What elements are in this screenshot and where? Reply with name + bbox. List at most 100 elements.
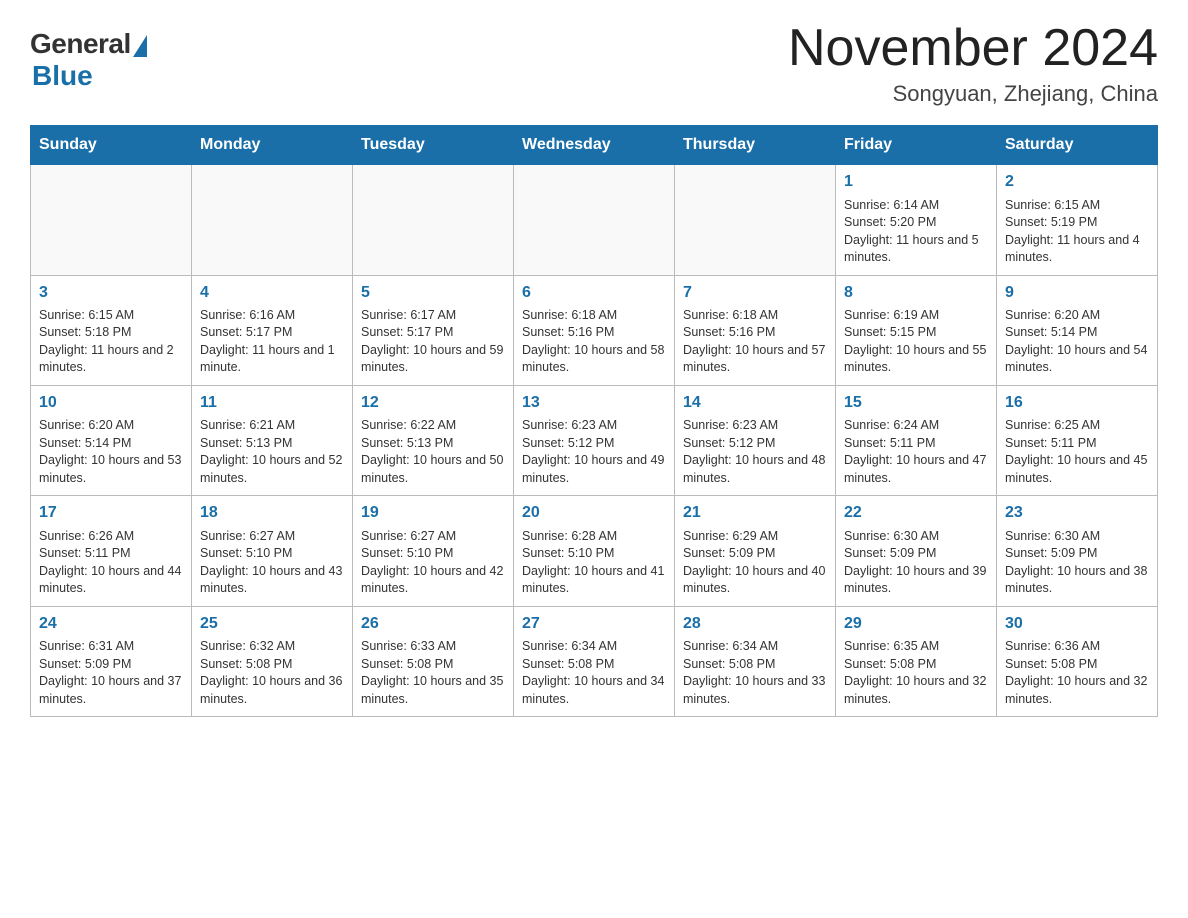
day-info: Sunrise: 6:34 AMSunset: 5:08 PMDaylight:… [522, 638, 666, 708]
day-info: Sunrise: 6:32 AMSunset: 5:08 PMDaylight:… [200, 638, 344, 708]
table-row [31, 165, 192, 275]
table-row: 22 Sunrise: 6:30 AMSunset: 5:09 PMDayligh… [836, 496, 997, 606]
table-row: 23 Sunrise: 6:30 AMSunset: 5:09 PMDayligh… [997, 496, 1158, 606]
table-row: 17 Sunrise: 6:26 AMSunset: 5:11 PMDayligh… [31, 496, 192, 606]
day-info: Sunrise: 6:20 AMSunset: 5:14 PMDaylight:… [39, 417, 183, 487]
table-row: 25 Sunrise: 6:32 AMSunset: 5:08 PMDayligh… [192, 606, 353, 716]
table-row [353, 165, 514, 275]
table-row: 7 Sunrise: 6:18 AMSunset: 5:16 PMDaylight… [675, 275, 836, 385]
day-number: 23 [1005, 502, 1149, 524]
weekday-header-row: SundayMondayTuesdayWednesdayThursdayFrid… [31, 126, 1158, 165]
day-number: 5 [361, 282, 505, 304]
table-row: 1 Sunrise: 6:14 AMSunset: 5:20 PMDaylight… [836, 165, 997, 275]
calendar-week-5: 24 Sunrise: 6:31 AMSunset: 5:09 PMDayligh… [31, 606, 1158, 716]
table-row: 10 Sunrise: 6:20 AMSunset: 5:14 PMDayligh… [31, 385, 192, 495]
table-row: 12 Sunrise: 6:22 AMSunset: 5:13 PMDayligh… [353, 385, 514, 495]
table-row: 30 Sunrise: 6:36 AMSunset: 5:08 PMDayligh… [997, 606, 1158, 716]
day-number: 18 [200, 502, 344, 524]
table-row: 29 Sunrise: 6:35 AMSunset: 5:08 PMDayligh… [836, 606, 997, 716]
table-row: 4Sunrise: 6:16 AMSunset: 5:17 PMDaylight… [192, 275, 353, 385]
day-info: Sunrise: 6:25 AMSunset: 5:11 PMDaylight:… [1005, 417, 1149, 487]
logo-blue-text: Blue [32, 60, 93, 92]
calendar-body: 1 Sunrise: 6:14 AMSunset: 5:20 PMDaylight… [31, 165, 1158, 717]
weekday-header-tuesday: Tuesday [353, 126, 514, 165]
day-info: Sunrise: 6:30 AMSunset: 5:09 PMDaylight:… [1005, 528, 1149, 598]
day-number: 19 [361, 502, 505, 524]
location-subtitle: Songyuan, Zhejiang, China [788, 81, 1158, 107]
table-row: 21 Sunrise: 6:29 AMSunset: 5:09 PMDayligh… [675, 496, 836, 606]
table-row: 24 Sunrise: 6:31 AMSunset: 5:09 PMDayligh… [31, 606, 192, 716]
day-number: 28 [683, 613, 827, 635]
day-number: 30 [1005, 613, 1149, 635]
day-number: 15 [844, 392, 988, 414]
day-number: 25 [200, 613, 344, 635]
day-info: Sunrise: 6:27 AMSunset: 5:10 PMDaylight:… [200, 528, 344, 598]
table-row [675, 165, 836, 275]
day-number: 2 [1005, 171, 1149, 193]
table-row: 8 Sunrise: 6:19 AMSunset: 5:15 PMDaylight… [836, 275, 997, 385]
day-info: Sunrise: 6:35 AMSunset: 5:08 PMDaylight:… [844, 638, 988, 708]
day-number: 10 [39, 392, 183, 414]
month-title: November 2024 [788, 20, 1158, 77]
day-number: 6 [522, 282, 666, 304]
day-info: Sunrise: 6:21 AMSunset: 5:13 PMDaylight:… [200, 417, 344, 487]
table-row: 2 Sunrise: 6:15 AMSunset: 5:19 PMDaylight… [997, 165, 1158, 275]
table-row [192, 165, 353, 275]
day-number: 29 [844, 613, 988, 635]
day-number: 16 [1005, 392, 1149, 414]
day-info: Sunrise: 6:33 AMSunset: 5:08 PMDaylight:… [361, 638, 505, 708]
day-number: 13 [522, 392, 666, 414]
day-info: Sunrise: 6:16 AMSunset: 5:17 PMDaylight:… [200, 307, 344, 377]
day-number: 17 [39, 502, 183, 524]
table-row: 5 Sunrise: 6:17 AMSunset: 5:17 PMDaylight… [353, 275, 514, 385]
day-info: Sunrise: 6:18 AMSunset: 5:16 PMDaylight:… [683, 307, 827, 377]
day-number: 11 [200, 392, 344, 414]
table-row: 13 Sunrise: 6:23 AMSunset: 5:12 PMDayligh… [514, 385, 675, 495]
day-info: Sunrise: 6:15 AMSunset: 5:19 PMDaylight:… [1005, 197, 1149, 267]
day-info: Sunrise: 6:31 AMSunset: 5:09 PMDaylight:… [39, 638, 183, 708]
table-row: 18 Sunrise: 6:27 AMSunset: 5:10 PMDayligh… [192, 496, 353, 606]
day-number: 24 [39, 613, 183, 635]
day-number: 8 [844, 282, 988, 304]
table-row: 3 Sunrise: 6:15 AMSunset: 5:18 PMDaylight… [31, 275, 192, 385]
table-row: 11 Sunrise: 6:21 AMSunset: 5:13 PMDayligh… [192, 385, 353, 495]
table-row: 19 Sunrise: 6:27 AMSunset: 5:10 PMDayligh… [353, 496, 514, 606]
day-info: Sunrise: 6:20 AMSunset: 5:14 PMDaylight:… [1005, 307, 1149, 377]
day-number: 22 [844, 502, 988, 524]
day-info: Sunrise: 6:15 AMSunset: 5:18 PMDaylight:… [39, 307, 183, 377]
logo: General Blue [30, 20, 147, 92]
day-number: 3 [39, 282, 183, 304]
day-info: Sunrise: 6:14 AMSunset: 5:20 PMDaylight:… [844, 197, 988, 267]
day-info: Sunrise: 6:28 AMSunset: 5:10 PMDaylight:… [522, 528, 666, 598]
day-info: Sunrise: 6:23 AMSunset: 5:12 PMDaylight:… [522, 417, 666, 487]
day-number: 7 [683, 282, 827, 304]
table-row: 26Sunrise: 6:33 AMSunset: 5:08 PMDayligh… [353, 606, 514, 716]
day-info: Sunrise: 6:24 AMSunset: 5:11 PMDaylight:… [844, 417, 988, 487]
logo-triangle-icon [133, 35, 147, 57]
table-row: 20Sunrise: 6:28 AMSunset: 5:10 PMDayligh… [514, 496, 675, 606]
title-area: November 2024 Songyuan, Zhejiang, China [788, 20, 1158, 107]
day-number: 12 [361, 392, 505, 414]
day-info: Sunrise: 6:34 AMSunset: 5:08 PMDaylight:… [683, 638, 827, 708]
day-info: Sunrise: 6:36 AMSunset: 5:08 PMDaylight:… [1005, 638, 1149, 708]
weekday-header-monday: Monday [192, 126, 353, 165]
day-number: 21 [683, 502, 827, 524]
header: General Blue November 2024 Songyuan, Zhe… [30, 20, 1158, 107]
day-info: Sunrise: 6:17 AMSunset: 5:17 PMDaylight:… [361, 307, 505, 377]
weekday-header-saturday: Saturday [997, 126, 1158, 165]
calendar-week-4: 17 Sunrise: 6:26 AMSunset: 5:11 PMDayligh… [31, 496, 1158, 606]
day-info: Sunrise: 6:27 AMSunset: 5:10 PMDaylight:… [361, 528, 505, 598]
table-row [514, 165, 675, 275]
logo-general-text: General [30, 28, 131, 60]
day-info: Sunrise: 6:29 AMSunset: 5:09 PMDaylight:… [683, 528, 827, 598]
weekday-header-wednesday: Wednesday [514, 126, 675, 165]
day-info: Sunrise: 6:22 AMSunset: 5:13 PMDaylight:… [361, 417, 505, 487]
table-row: 6Sunrise: 6:18 AMSunset: 5:16 PMDaylight… [514, 275, 675, 385]
day-info: Sunrise: 6:30 AMSunset: 5:09 PMDaylight:… [844, 528, 988, 598]
day-number: 1 [844, 171, 988, 193]
day-info: Sunrise: 6:26 AMSunset: 5:11 PMDaylight:… [39, 528, 183, 598]
calendar-week-1: 1 Sunrise: 6:14 AMSunset: 5:20 PMDaylight… [31, 165, 1158, 275]
table-row: 28 Sunrise: 6:34 AMSunset: 5:08 PMDayligh… [675, 606, 836, 716]
calendar-week-2: 3 Sunrise: 6:15 AMSunset: 5:18 PMDaylight… [31, 275, 1158, 385]
day-info: Sunrise: 6:19 AMSunset: 5:15 PMDaylight:… [844, 307, 988, 377]
